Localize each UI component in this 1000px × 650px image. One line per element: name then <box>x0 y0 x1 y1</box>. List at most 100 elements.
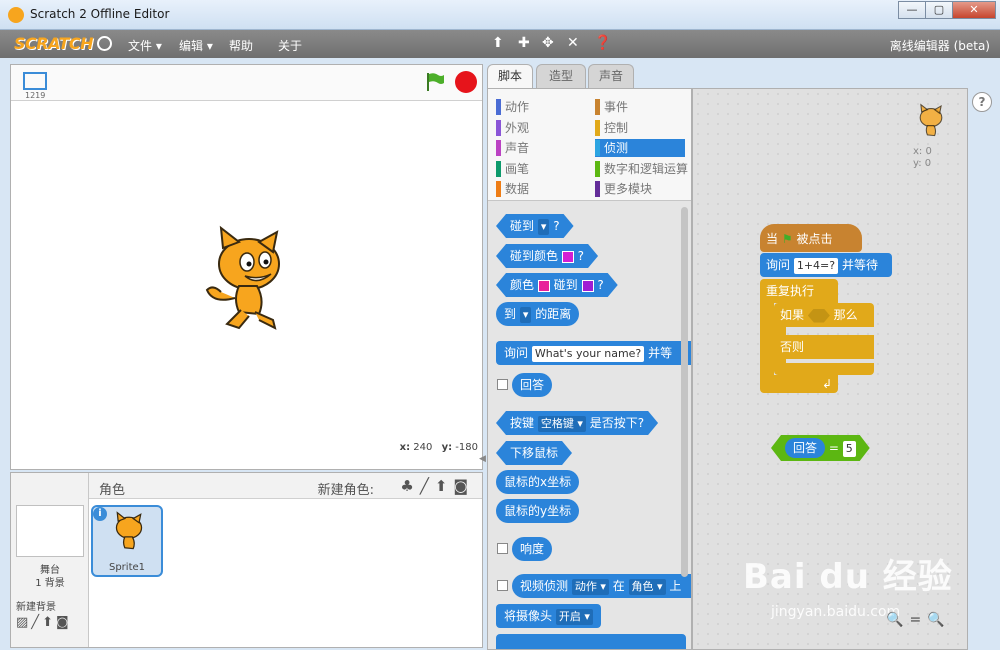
cat-sprite[interactable] <box>199 224 299 334</box>
scripts-help-button[interactable]: ? <box>972 92 992 112</box>
script-forever[interactable]: 重复执行 <box>760 279 838 303</box>
baidu-watermark-url: jingyan.baidu.com <box>771 604 901 620</box>
window-title: Scratch 2 Offline Editor <box>30 7 170 21</box>
category-more-blocks[interactable]: 更多模块 <box>595 180 652 198</box>
script-ask-and-wait[interactable]: 询问 1+4=? 并等待 <box>760 253 892 277</box>
menu-about[interactable]: 关于 <box>278 37 302 54</box>
menu-edit[interactable]: 编辑 ▾ <box>179 37 213 54</box>
tab-scripts[interactable]: 脚本 <box>487 64 533 88</box>
category-control[interactable]: 控制 <box>595 119 628 137</box>
answer-checkbox[interactable] <box>497 379 508 390</box>
mouse-y-label: y: <box>441 442 453 453</box>
block-answer[interactable]: 回答 <box>512 373 553 397</box>
category-data[interactable]: 数据 <box>496 180 529 198</box>
category-operators[interactable]: 数字和逻辑运算 <box>595 160 688 178</box>
green-flag-icon: ⚑ <box>781 232 793 246</box>
block-touching[interactable]: 碰到 ▾ ? <box>496 214 574 238</box>
if-bottom <box>774 363 874 375</box>
sprites-label: 角色 <box>99 483 126 498</box>
category-motion[interactable]: 动作 <box>496 98 529 116</box>
new-sprite-tools: ♣╱⬆◙ <box>400 477 474 495</box>
category-sensing[interactable]: 侦测 <box>595 139 685 157</box>
shrink-icon[interactable]: ✕ <box>567 35 579 51</box>
block-touching-color[interactable]: 碰到颜色 ? <box>496 244 598 268</box>
version-number: 1219 <box>25 91 46 100</box>
sprite-paint-icon[interactable]: ╱ <box>420 477 435 495</box>
duplicate-icon[interactable]: ⬆ <box>492 35 504 51</box>
backdrop-paint-icon[interactable]: ╱ <box>31 615 42 630</box>
fullscreen-icon[interactable] <box>23 72 47 90</box>
mouse-coordinates: x: 240 y: -180 <box>394 442 478 453</box>
window-controls: — ▢ ✕ <box>898 1 996 19</box>
zoom-reset-icon[interactable]: = <box>909 612 927 628</box>
menubar: SCRATCH 文件 ▾ 编辑 ▾ 帮助 关于 ⬆ ✚ ✥ ✕ ❓ 离线编辑器 … <box>0 30 1000 58</box>
scratch-app-icon <box>8 7 24 23</box>
category-events[interactable]: 事件 <box>595 98 628 116</box>
minimize-button[interactable]: — <box>898 1 926 19</box>
block-video-sensing[interactable]: 视频侦测 动作 ▾ 在 角色 ▾ 上 <box>512 574 691 598</box>
backdrop-tools: ▨╱⬆◙ <box>16 615 72 630</box>
sprite-thumbnail-cat <box>115 511 143 550</box>
stage-thumbnail[interactable] <box>16 505 84 557</box>
tab-sounds[interactable]: 声音 <box>588 64 634 88</box>
block-ask-and-wait[interactable]: 询问 What's your name? 并等 <box>496 341 691 365</box>
block-palette: 动作 外观 声音 画笔 数据 事件 控制 侦测 数字和逻辑运算 更多模块 碰到 … <box>487 88 692 650</box>
block-mouse-y[interactable]: 鼠标的y坐标 <box>496 499 580 523</box>
block-key-pressed[interactable]: 按键 空格键 ▾ 是否按下? <box>496 411 658 435</box>
category-sound[interactable]: 声音 <box>496 139 529 157</box>
script-if-else[interactable]: 如果 那么 <box>774 303 874 327</box>
category-pen[interactable]: 画笔 <box>496 160 529 178</box>
language-globe-icon[interactable] <box>97 36 112 51</box>
grow-icon[interactable]: ✥ <box>542 35 554 51</box>
mouse-y-value: -180 <box>455 442 478 453</box>
sprite-upload-icon[interactable]: ⬆ <box>435 477 454 495</box>
block-loudness[interactable]: 响度 <box>512 537 553 561</box>
mouse-x-label: x: <box>399 442 411 453</box>
delete-icon[interactable]: ✚ <box>518 35 530 51</box>
stage-panel: 1219 x: 240 y: -180 <box>10 64 483 470</box>
backdrop-library-icon[interactable]: ▨ <box>16 615 31 630</box>
backdrop-upload-icon[interactable]: ⬆ <box>42 615 56 630</box>
green-flag-icon[interactable] <box>424 71 446 93</box>
video-checkbox[interactable] <box>497 580 508 591</box>
block-mouse-down[interactable]: 下移鼠标 <box>496 441 572 465</box>
maximize-button[interactable]: ▢ <box>925 1 953 19</box>
stage-canvas[interactable]: x: 240 y: -180 <box>11 101 482 455</box>
category-looks[interactable]: 外观 <box>496 119 529 137</box>
sprite-library-icon[interactable]: ♣ <box>400 477 419 495</box>
scratch-logo[interactable]: SCRATCH <box>14 34 93 53</box>
zoom-tools: 🔍=🔍 <box>886 612 951 628</box>
block-turn-video[interactable]: 将摄像头 开启 ▾ <box>496 604 601 628</box>
palette-scrollbar[interactable] <box>681 207 688 577</box>
sprite-info-cat <box>919 103 943 137</box>
mouse-x-value: 240 <box>413 442 433 453</box>
info-icon[interactable]: i <box>93 507 107 521</box>
script-answer-equals[interactable]: 回答 = 5 <box>771 435 870 461</box>
new-sprite-label: 新建角色: <box>317 483 374 498</box>
block-mouse-x[interactable]: 鼠标的x坐标 <box>496 470 580 494</box>
sprite-x: x: 0 <box>913 146 932 157</box>
script-else[interactable]: 否则 <box>774 335 874 359</box>
block-color-touching[interactable]: 颜色 碰到 ? <box>496 273 618 297</box>
tab-costumes[interactable]: 造型 <box>536 64 586 88</box>
sprite-info: x: 0 y: 0 <box>913 103 953 170</box>
stop-icon[interactable] <box>455 71 477 93</box>
menu-help[interactable]: 帮助 <box>229 37 253 54</box>
block-distance-to[interactable]: 到 ▾ 的距离 <box>496 302 580 326</box>
zoom-in-icon[interactable]: 🔍 <box>927 612 950 628</box>
zoom-out-icon[interactable]: 🔍 <box>886 612 909 628</box>
category-list: 动作 外观 声音 画笔 数据 事件 控制 侦测 数字和逻辑运算 更多模块 <box>488 89 691 201</box>
backdrop-count: 1 背景 <box>35 578 65 589</box>
scripts-area[interactable]: x: 0 y: 0 当 ⚑ 被点击 询问 1+4=? 并等待 重复执行 如果 那… <box>692 88 968 650</box>
menu-file[interactable]: 文件 ▾ <box>128 37 162 54</box>
sprite-camera-icon[interactable]: ◙ <box>453 477 474 495</box>
block-video-transparency[interactable] <box>496 634 686 649</box>
script-when-flag-clicked[interactable]: 当 ⚑ 被点击 <box>760 224 862 252</box>
stage-toolbar: 1219 <box>11 65 482 101</box>
help-icon[interactable]: ❓ <box>594 35 611 51</box>
close-button[interactable]: ✕ <box>952 1 996 19</box>
window-titlebar: Scratch 2 Offline Editor — ▢ ✕ <box>0 0 1000 30</box>
loudness-checkbox[interactable] <box>497 543 508 554</box>
backdrop-camera-icon[interactable]: ◙ <box>56 615 72 630</box>
sprite-card[interactable]: i Sprite1 <box>91 505 163 577</box>
